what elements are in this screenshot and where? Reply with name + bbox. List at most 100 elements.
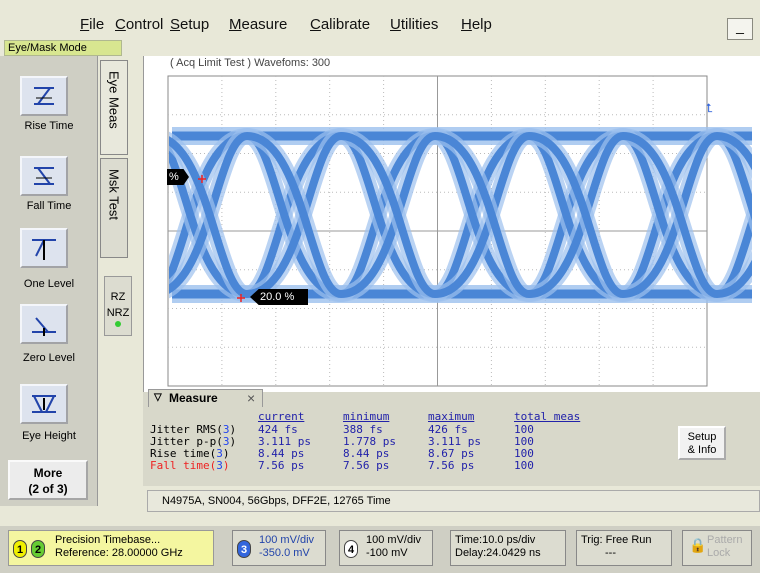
measure-row-label: Jitter p-p(3) — [150, 435, 237, 448]
menu-setup[interactable]: Setup — [170, 16, 209, 33]
ch4-box[interactable]: 4 100 mV/div -100 mV — [339, 530, 433, 566]
rise-time-label: Rise Time — [24, 120, 74, 132]
time-delay: Delay:24.0429 ns — [455, 547, 541, 559]
measure-title: Measure — [169, 391, 218, 405]
timebase-title: Precision Timebase... — [55, 534, 161, 546]
scope-display[interactable]: ⮤ — [143, 56, 760, 392]
measure-cell: 7.56 ps — [428, 459, 475, 472]
header-current: current — [258, 410, 305, 423]
rz-label: RZ — [110, 291, 126, 303]
eye-diagram: ⮤ — [144, 75, 752, 387]
timebase-box[interactable]: 1 2 Precision Timebase... Reference: 28.… — [8, 530, 214, 566]
eye-height-label: Eye Height — [22, 430, 76, 442]
ch4-scale: 100 mV/div — [366, 534, 422, 546]
mid-marker-label: 20.0 % — [250, 289, 308, 305]
measure-cell: 3.111 ps — [428, 435, 481, 448]
eye-crossing — [144, 136, 153, 294]
eye-crossing — [144, 136, 153, 294]
more-label: More — [33, 466, 63, 480]
measure-cell: 8.44 ps — [258, 447, 305, 460]
eye-crossing-halo — [144, 136, 153, 294]
trigger-status: --- — [605, 547, 616, 559]
measure-tab[interactable]: ▽ Measure × — [148, 389, 263, 407]
close-icon[interactable]: × — [247, 390, 255, 406]
header-total-meas: total meas — [514, 410, 581, 423]
eye-crossing — [144, 136, 153, 294]
menu-calibrate[interactable]: Calibrate — [310, 16, 370, 33]
menu-control[interactable]: Control — [115, 16, 163, 33]
time-scale: Time:10.0 ps/div — [455, 534, 536, 546]
menu-utilities[interactable]: Utilities — [390, 16, 438, 33]
header-minimum: minimum — [343, 410, 390, 423]
zero-level-icon — [32, 317, 56, 336]
rise-time-icon — [34, 87, 54, 105]
setup-info-button[interactable]: Setup & Info — [678, 426, 726, 460]
info-label: & Info — [687, 444, 717, 456]
header-maximum: maximum — [428, 410, 475, 423]
more-button[interactable]: More (2 of 3) — [8, 460, 88, 500]
acquisition-label: ( Acq Limit Test ) Wavefoms: 300 — [170, 57, 331, 69]
ch3-scale: 100 mV/div — [259, 534, 315, 546]
measure-row-label: Jitter RMS(3) — [150, 423, 237, 436]
trigger-mode: Trig: Free Run — [581, 534, 652, 546]
ch1-badge: 1 — [13, 540, 27, 558]
measure-cell: 424 fs — [258, 423, 298, 436]
tab-mask-test[interactable]: Msk Test — [100, 158, 128, 258]
pattern-lock-box[interactable]: 🔒 Pattern Lock — [682, 530, 752, 566]
rz-nrz-selector[interactable]: RZ NRZ — [104, 276, 132, 336]
measure-cell: 7.56 ps — [343, 459, 390, 472]
eye-crossing-halo — [144, 136, 153, 294]
tab-eye-meas[interactable]: Eye Meas — [100, 60, 128, 155]
one-level-button[interactable] — [20, 228, 68, 268]
measure-cell: 100 — [514, 423, 534, 436]
eye-traces — [144, 127, 752, 303]
measure-cell: 7.56 ps — [258, 459, 305, 472]
one-level-label: One Level — [23, 278, 75, 290]
nrz-label: NRZ — [106, 307, 130, 319]
ch3-box[interactable]: 3 100 mV/div -350.0 mV — [232, 530, 326, 566]
ch4-offset: -100 mV — [366, 547, 408, 559]
rise-time-button[interactable] — [20, 76, 68, 116]
measure-row-label: Fall time(3) — [150, 459, 230, 472]
ch3-offset: -350.0 mV — [259, 547, 310, 559]
time-box[interactable]: Time:10.0 ps/div Delay:24.0429 ns — [450, 530, 566, 566]
measure-cell: 100 — [514, 447, 534, 460]
zero-level-label: Zero Level — [23, 352, 75, 364]
eye-height-icon — [32, 395, 56, 413]
more-page-label: (2 of 3) — [28, 482, 68, 496]
measure-cell: 8.67 ps — [428, 447, 475, 460]
measure-cell: 1.778 ps — [343, 435, 396, 448]
timebase-reference: Reference: 28.00000 GHz — [55, 547, 183, 559]
measure-cell: 100 — [514, 459, 534, 472]
measure-cell: 100 — [514, 435, 534, 448]
nrz-indicator — [115, 321, 121, 327]
mode-label: Eye/Mask Mode — [4, 40, 122, 56]
ch4-badge: 4 — [344, 540, 358, 558]
menu-help[interactable]: Help — [461, 16, 492, 33]
lock-icon: 🔒 — [689, 537, 707, 553]
menu-file[interactable]: File — [80, 16, 104, 33]
fall-time-label: Fall Time — [26, 200, 72, 212]
lock-label: Lock — [707, 547, 731, 559]
fall-time-icon — [34, 167, 54, 185]
one-level-icon — [32, 239, 56, 260]
tab-eye-meas-label: Eye Meas — [106, 71, 122, 129]
menu-measure[interactable]: Measure — [229, 16, 287, 33]
pattern-label: Pattern — [707, 534, 743, 546]
channel-3-marker-icon: ⮤ — [706, 101, 713, 115]
measure-cell: 388 fs — [343, 423, 383, 436]
eye-crossing — [144, 136, 153, 294]
tab-mask-test-label: Msk Test — [106, 169, 122, 221]
minimize-button[interactable]: _ — [727, 18, 753, 40]
collapse-icon[interactable]: ▽ — [154, 390, 162, 406]
trigger-box[interactable]: Trig: Free Run --- — [576, 530, 672, 566]
measure-cell: 426 fs — [428, 423, 468, 436]
setup-label: Setup — [687, 431, 717, 443]
eye-height-button[interactable] — [20, 384, 68, 424]
measurement-toolbar: Rise Time Fall Time One Level Zero Level — [0, 56, 98, 506]
measure-row-label: Rise time(3) — [150, 447, 230, 460]
measure-cell: 3.111 ps — [258, 435, 311, 448]
fall-time-button[interactable] — [20, 156, 68, 196]
zero-level-button[interactable] — [20, 304, 68, 344]
ch2-badge: 2 — [31, 540, 45, 558]
